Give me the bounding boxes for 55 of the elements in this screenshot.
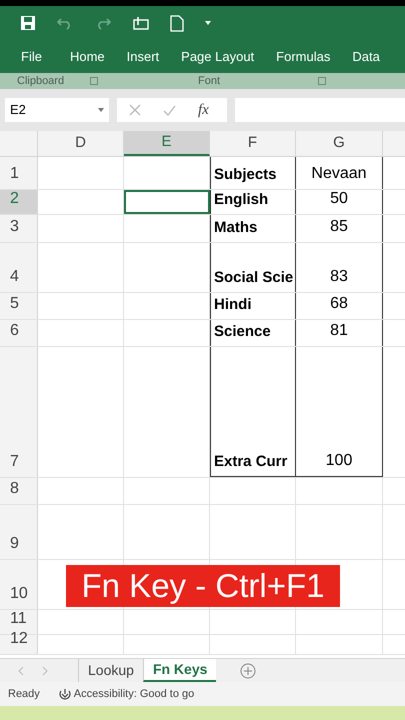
table-cell: English <box>210 190 296 214</box>
row-header[interactable]: 3 <box>0 215 38 242</box>
group-label: Font <box>198 74 222 89</box>
status-text: Ready <box>8 686 40 702</box>
group-label: Clipboard <box>16 74 66 89</box>
sheet-tab[interactable]: Fn Keys <box>142 659 216 682</box>
table-cell: 83 <box>296 243 383 292</box>
selected-cell[interactable] <box>124 190 210 214</box>
add-sheet-icon[interactable] <box>240 662 256 678</box>
column-header[interactable]: F <box>210 131 296 156</box>
scroll-right-icon[interactable] <box>42 666 48 674</box>
insert-function-button[interactable]: fx <box>198 98 209 122</box>
table-cell: 85 <box>296 215 383 242</box>
accessibility-status[interactable]: Accessibility: Good to go <box>74 686 194 702</box>
row-header[interactable]: 7 <box>0 347 38 477</box>
row-header[interactable]: 2 <box>0 190 38 214</box>
dialog-launcher-icon[interactable] <box>90 77 98 85</box>
table-cell: Nevaan <box>296 157 383 189</box>
ribbon-tab[interactable]: File <box>0 46 70 66</box>
touch-mode-icon[interactable] <box>132 15 150 31</box>
ribbon-tab[interactable]: Formulas <box>276 46 352 66</box>
table-cell: 50 <box>296 190 383 214</box>
ribbon-tab[interactable]: Insert <box>126 46 182 66</box>
cancel-icon[interactable] <box>129 104 141 116</box>
ribbon-tab[interactable]: Home <box>70 46 127 66</box>
table-cell: Hindi <box>210 293 296 319</box>
row-header[interactable]: 1 <box>0 157 38 189</box>
table-cell: Maths <box>210 215 296 242</box>
column-header[interactable]: E <box>124 131 210 156</box>
table-cell: Extra Curr <box>210 347 296 477</box>
table-cell: 100 <box>296 347 383 477</box>
ribbon-tab[interactable]: Data <box>352 46 402 66</box>
enter-icon[interactable] <box>163 104 176 116</box>
save-icon[interactable] <box>20 15 36 31</box>
row-header[interactable]: 9 <box>0 505 38 559</box>
accessibility-icon[interactable] <box>58 688 72 700</box>
new-document-icon[interactable] <box>170 14 184 32</box>
name-box[interactable]: E2 <box>5 98 109 122</box>
row-header[interactable]: 8 <box>0 478 38 504</box>
formula-field[interactable] <box>235 98 405 122</box>
dialog-launcher-icon[interactable] <box>318 77 326 85</box>
scroll-left-icon[interactable] <box>18 666 24 674</box>
row-header[interactable]: 4 <box>0 243 38 292</box>
dropdown-icon[interactable] <box>204 20 212 26</box>
ribbon-tab[interactable]: Page Layout <box>181 46 276 66</box>
table-cell: 68 <box>296 293 383 319</box>
row-header[interactable]: 10 <box>0 560 38 609</box>
caption-banner: Fn Key - Ctrl+F1 <box>66 565 340 607</box>
row-header[interactable]: 6 <box>0 320 38 346</box>
row-header[interactable]: 5 <box>0 293 38 319</box>
table-cell: Subjects <box>210 157 296 189</box>
table-cell: 81 <box>296 320 383 346</box>
table-cell: Social Scie <box>210 243 296 292</box>
column-header[interactable]: G <box>296 131 383 156</box>
table-cell: Science <box>210 320 296 346</box>
